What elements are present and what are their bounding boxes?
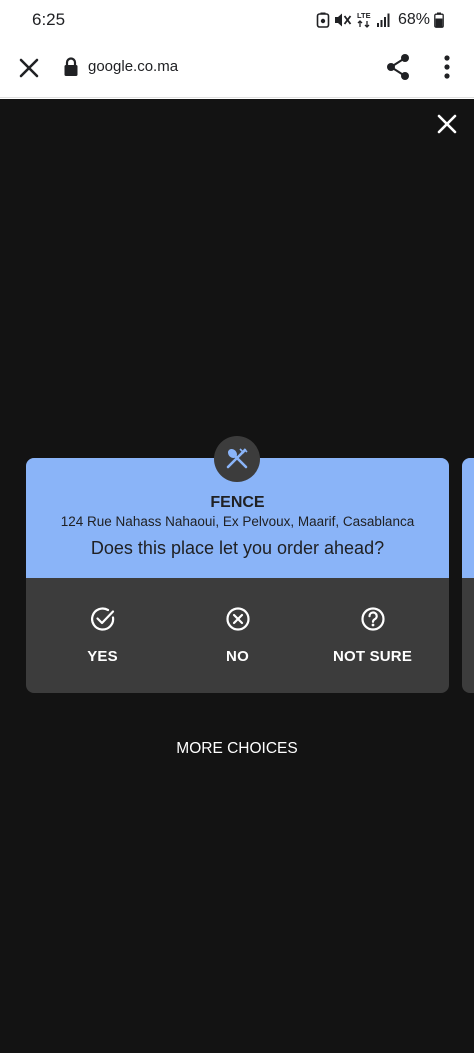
close-icon bbox=[19, 58, 39, 78]
more-choices-button[interactable]: MORE CHOICES bbox=[137, 740, 337, 764]
restaurant-icon bbox=[226, 448, 248, 469]
data-saver-icon bbox=[316, 12, 330, 28]
overflow-menu-button[interactable] bbox=[438, 53, 456, 83]
check-circle-icon bbox=[91, 607, 115, 631]
question-card: FENCE 124 Rue Nahass Nahaoui, Ex Pelvoux… bbox=[26, 458, 449, 693]
mute-icon bbox=[334, 13, 352, 27]
battery-percent: 68% bbox=[397, 11, 430, 28]
lte-label: LTE bbox=[357, 11, 371, 20]
no-label: NO bbox=[226, 648, 249, 665]
yes-label: YES bbox=[87, 648, 118, 665]
not-sure-label: NOT SURE bbox=[332, 648, 413, 665]
contribution-overlay: FENCE 124 Rue Nahass Nahaoui, Ex Pelvoux… bbox=[0, 99, 474, 1053]
place-address: 124 Rue Nahass Nahaoui, Ex Pelvoux, Maar… bbox=[60, 514, 415, 529]
status-time: 6:25 bbox=[32, 10, 66, 29]
status-icons: LTE 68% bbox=[316, 10, 444, 30]
help-circle-icon bbox=[361, 607, 385, 631]
url-text[interactable]: google.co.ma bbox=[88, 58, 178, 75]
lock-icon bbox=[63, 57, 79, 77]
next-question-card[interactable] bbox=[462, 458, 474, 693]
close-tab-button[interactable] bbox=[16, 55, 42, 81]
more-vert-icon bbox=[444, 55, 450, 79]
battery-icon bbox=[434, 12, 444, 28]
category-badge bbox=[214, 436, 260, 482]
place-name: FENCE bbox=[210, 494, 265, 511]
yes-button[interactable]: YES bbox=[32, 578, 173, 693]
no-button[interactable]: NO bbox=[167, 578, 308, 693]
question-text: Does this place let you order ahead? bbox=[90, 538, 385, 558]
overlay-close-button[interactable] bbox=[434, 111, 460, 137]
signal-icon bbox=[376, 13, 390, 27]
cancel-circle-icon bbox=[226, 607, 250, 631]
browser-toolbar: google.co.ma bbox=[0, 40, 474, 98]
next-card-header bbox=[462, 458, 474, 578]
share-button[interactable] bbox=[384, 52, 412, 82]
status-bar: 6:25 LTE 68% bbox=[0, 0, 474, 40]
lte-icon: LTE bbox=[357, 11, 371, 28]
close-icon bbox=[437, 114, 457, 134]
share-icon bbox=[387, 54, 409, 80]
not-sure-button[interactable]: NOT SURE bbox=[302, 578, 443, 693]
